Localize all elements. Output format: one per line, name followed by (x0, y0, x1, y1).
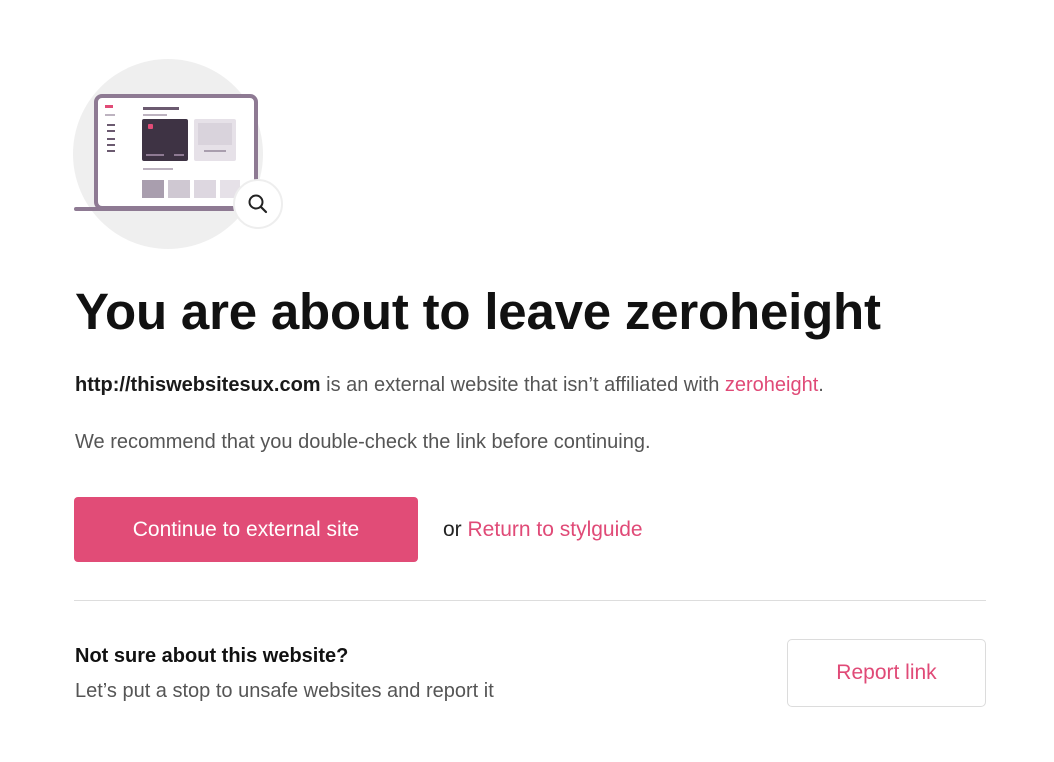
report-link-button[interactable]: Report link (787, 639, 986, 707)
report-description: Let’s put a stop to unsafe websites and … (75, 680, 494, 702)
return-option: or Return to stylguide (443, 516, 643, 544)
laptop-illustration (72, 58, 284, 254)
recommendation-text: We recommend that you double-check the l… (75, 431, 651, 453)
external-notice-punct: . (818, 374, 824, 396)
report-heading: Not sure about this website? (75, 645, 349, 667)
external-url: http://thiswebsitesux.com (75, 374, 321, 396)
divider (74, 600, 986, 601)
search-icon (248, 194, 268, 214)
or-text: or (443, 518, 468, 541)
page-title: You are about to leave zeroheight (75, 283, 881, 340)
external-notice: http://thiswebsitesux.com is an external… (75, 372, 824, 398)
return-link[interactable]: Return to stylguide (468, 518, 643, 541)
zeroheight-link[interactable]: zeroheight (725, 374, 818, 396)
continue-button[interactable]: Continue to external site (74, 497, 418, 562)
external-notice-text: is an external website that isn’t affili… (320, 374, 725, 396)
leave-site-page: You are about to leave zeroheight http:/… (0, 0, 1054, 762)
